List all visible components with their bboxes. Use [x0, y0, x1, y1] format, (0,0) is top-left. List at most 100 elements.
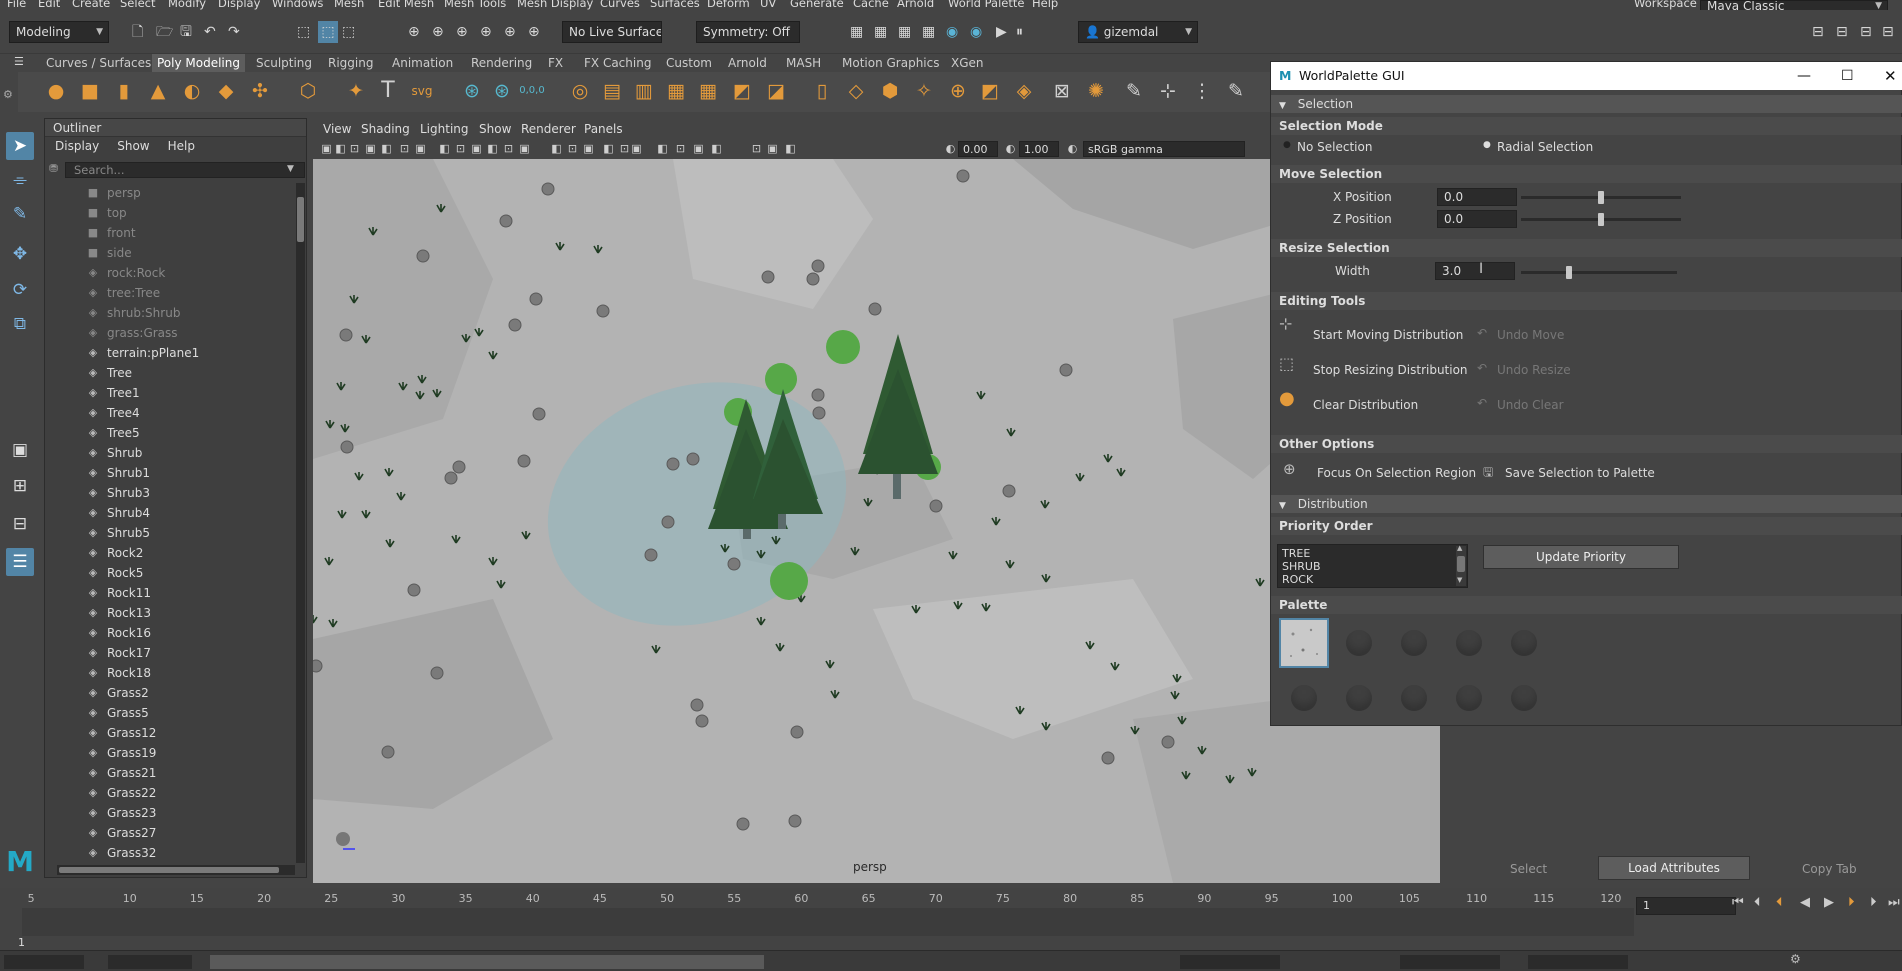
xray-joints-icon[interactable]: ▣: [765, 141, 780, 156]
bevel-icon[interactable]: ◪: [762, 77, 790, 105]
palette-slot-empty[interactable]: [1346, 630, 1372, 656]
x-position-field[interactable]: 0.0: [1437, 188, 1517, 206]
menu-mesh-tools[interactable]: Mesh Tools: [444, 0, 506, 10]
rotate-tool-icon[interactable]: ⟳: [6, 276, 34, 304]
selection-section-header[interactable]: ▼ Selection: [1271, 95, 1902, 113]
outliner-item[interactable]: ◈ Rock11: [45, 583, 293, 603]
wireframe-icon[interactable]: ◧: [549, 141, 564, 156]
mash-repro-icon[interactable]: ⊛: [488, 77, 516, 105]
isolate-select-icon[interactable]: ◧: [709, 141, 724, 156]
outliner-item[interactable]: ◈ Grass19: [45, 743, 293, 763]
end-time-field[interactable]: [1400, 955, 1500, 969]
close-icon[interactable]: ✕: [1884, 62, 1897, 90]
outliner-item[interactable]: ◈ Rock13: [45, 603, 293, 623]
snap-grid-icon[interactable]: ⊕: [408, 21, 420, 43]
undo-icon[interactable]: ↶: [204, 21, 216, 43]
slider-knob[interactable]: [1598, 213, 1604, 226]
play-icon[interactable]: ▶: [996, 21, 1007, 43]
film-gate-icon[interactable]: ◧: [437, 141, 452, 156]
redo-icon[interactable]: ↷: [228, 21, 240, 43]
outliner-item[interactable]: ◈ Tree4: [45, 403, 293, 423]
shelf-menu-icon[interactable]: ☰: [14, 51, 24, 73]
tab-motion-graphics[interactable]: Motion Graphics: [842, 54, 940, 72]
snap-surface-icon[interactable]: ⊕: [504, 21, 516, 43]
distribution-section-header[interactable]: ▼ Distribution: [1271, 495, 1902, 513]
lasso-tool-icon[interactable]: ⌯: [6, 166, 34, 194]
camera-attr-icon[interactable]: ◧: [333, 141, 348, 156]
outliner-item[interactable]: ◈ Tree: [45, 363, 293, 383]
palette-slot-empty[interactable]: [1291, 685, 1317, 711]
paint-effects-icon[interactable]: ✎: [1120, 77, 1148, 105]
play-backwards-icon[interactable]: ◀: [1800, 895, 1810, 910]
open-scene-icon[interactable]: 🗁: [156, 21, 173, 43]
outliner-item[interactable]: ◈ terrain:pPlane1: [45, 343, 293, 363]
outliner-layout-icon[interactable]: ☰: [6, 548, 34, 576]
outliner-item[interactable]: ◈ shrub:Shrub: [45, 303, 293, 323]
outliner-item[interactable]: ◈ Grass32: [45, 843, 293, 863]
outliner-item[interactable]: ◈ Rock16: [45, 623, 293, 643]
svg-icon[interactable]: svg: [408, 77, 436, 105]
palette-slot-empty[interactable]: [1511, 630, 1537, 656]
color-management-icon[interactable]: ◐: [1065, 141, 1080, 156]
time-slider[interactable]: 1 1 ⏮ ⏴ ⏴ ◀ ▶ ⏵ ⏵ ⏭ 5 10 15 20 25 30 35 40 45 50 5…: [0, 888, 1902, 950]
append-polygon-icon[interactable]: ▯: [808, 77, 836, 105]
menu-edit-mesh[interactable]: Edit Mesh: [378, 0, 434, 10]
safe-action-icon[interactable]: ⊡: [501, 141, 516, 156]
outliner-item[interactable]: ◈ Rock17: [45, 643, 293, 663]
menu-curves[interactable]: Curves: [600, 0, 640, 10]
radio-no-selection[interactable]: ●: [1283, 140, 1291, 150]
user-account-dropdown[interactable]: 👤 gizemdal ▼: [1078, 21, 1198, 43]
move-tool-icon[interactable]: ✥: [6, 240, 34, 268]
scroll-thumb[interactable]: [1457, 556, 1465, 572]
wire-on-shaded-icon[interactable]: ▣: [581, 141, 596, 156]
outliner-item[interactable]: ◈ Rock18: [45, 663, 293, 683]
tab-mash[interactable]: MASH: [786, 54, 821, 72]
hypershade-icon[interactable]: ◉: [946, 21, 958, 43]
outliner-menu-help[interactable]: Help: [168, 137, 195, 155]
poly-cone-icon[interactable]: ▲: [144, 77, 172, 105]
time-track[interactable]: [22, 908, 1634, 936]
menu-set-dropdown[interactable]: Modeling ▼: [9, 21, 109, 43]
start-time-field[interactable]: [4, 955, 84, 969]
extract-icon[interactable]: ▦: [662, 77, 690, 105]
outliner-item[interactable]: ◈ rock:Rock: [45, 263, 293, 283]
select-hierarchy-icon[interactable]: ⬚: [297, 21, 310, 43]
palette-slot-empty[interactable]: [1456, 685, 1482, 711]
single-perspective-icon[interactable]: ▣: [6, 436, 34, 464]
colorspace-dropdown[interactable]: sRGB gamma: [1083, 141, 1245, 157]
outliner-item[interactable]: ◈ Rock5: [45, 563, 293, 583]
menu-uv[interactable]: UV: [760, 0, 776, 10]
stop-resizing-button[interactable]: Stop Resizing Distribution: [1313, 363, 1468, 377]
scroll-up-icon[interactable]: ▲: [1457, 544, 1462, 552]
viewport-menu-show[interactable]: Show: [479, 120, 511, 139]
outliner-item[interactable]: ◈ Shrub: [45, 443, 293, 463]
outliner-item[interactable]: ◈ Grass2: [45, 683, 293, 703]
palette-slot-empty[interactable]: [1511, 685, 1537, 711]
priority-item-tree[interactable]: TREE: [1282, 547, 1467, 560]
undo-move-button[interactable]: Undo Move: [1497, 328, 1564, 342]
outliner-item[interactable]: ◈ Shrub5: [45, 523, 293, 543]
xray-icon[interactable]: ⊡: [749, 141, 764, 156]
uv-editor-icon[interactable]: ⊠: [1048, 77, 1076, 105]
tab-fx-caching[interactable]: FX Caching: [584, 54, 651, 72]
image-plane-icon[interactable]: ▣: [363, 141, 378, 156]
outliner-item[interactable]: ◈ Shrub4: [45, 503, 293, 523]
gamma-icon[interactable]: ◐: [1003, 141, 1018, 156]
minimize-icon[interactable]: —: [1797, 62, 1811, 90]
four-view-icon[interactable]: ⊞: [6, 472, 34, 500]
fill-hole-icon[interactable]: ◇: [842, 77, 870, 105]
new-scene-icon[interactable]: 🗋: [132, 21, 143, 43]
render-view-icon[interactable]: ▦: [850, 21, 863, 43]
motion-blur-icon[interactable]: ⊡: [673, 141, 688, 156]
clear-distribution-button[interactable]: Clear Distribution: [1313, 398, 1418, 412]
pause-icon[interactable]: ⏸: [1016, 21, 1023, 43]
range-bar[interactable]: [210, 955, 764, 969]
menu-deform[interactable]: Deform: [707, 0, 750, 10]
channel-box-icon[interactable]: ⊟: [1882, 21, 1894, 43]
platonic-solid-icon[interactable]: ⬡: [294, 77, 322, 105]
step-forward-icon[interactable]: ⏵: [1870, 895, 1877, 910]
select-button[interactable]: Select: [1510, 862, 1547, 876]
palette-slot-empty[interactable]: [1401, 685, 1427, 711]
make-live-icon[interactable]: ◈: [1010, 77, 1038, 105]
menu-windows[interactable]: Windows: [272, 0, 323, 10]
